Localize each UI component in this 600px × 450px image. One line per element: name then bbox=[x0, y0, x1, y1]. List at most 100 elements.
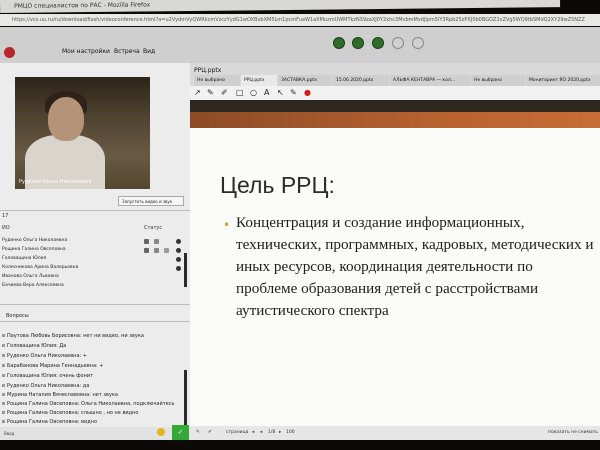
user-icon bbox=[176, 239, 181, 244]
app-header bbox=[0, 27, 600, 63]
chat-message-text: Руденко Ольга Николаевна: да bbox=[7, 383, 90, 389]
arrow-icon[interactable]: ↗ bbox=[194, 88, 201, 98]
message-icon bbox=[2, 344, 5, 347]
chat-message-text: Барабанова Марина Геннадьевна: + bbox=[7, 363, 104, 369]
tab-rrc[interactable]: РРЦ.pptx bbox=[241, 75, 277, 86]
chat-message: Руденко Ольга Николаевна: + bbox=[2, 353, 87, 359]
pointer-icon[interactable]: ✎ bbox=[196, 430, 200, 435]
chat-message-text: Руденко Ольга Николаевна: + bbox=[7, 353, 87, 359]
pencil-icon[interactable]: ✎ bbox=[207, 88, 214, 98]
chat-message: Рощина Галина Овсеповна: Ольга Николаевн… bbox=[2, 401, 174, 407]
app-logo bbox=[4, 47, 15, 58]
slide-header-band bbox=[190, 112, 600, 128]
mic-status-icon bbox=[144, 239, 149, 244]
message-icon bbox=[2, 354, 5, 357]
participant-count: 17 bbox=[2, 213, 9, 219]
marker-icon[interactable]: ✐ bbox=[221, 88, 228, 98]
chat-message-text: Мурина Наталия Вячеславовна: нет звука bbox=[7, 392, 118, 398]
chat-message: Рощина Галина Овсеповна: видно bbox=[2, 419, 97, 425]
tab-not-selected[interactable]: Не выбрано bbox=[194, 75, 240, 86]
clear-icon[interactable]: ● bbox=[304, 88, 311, 98]
slide: Цель РРЦ: • Концентрация и создание инфо… bbox=[190, 100, 600, 426]
tab-monitoring[interactable]: Мониторинг ЯО 2020.pptx bbox=[526, 75, 600, 86]
address-bar[interactable]: https://vcs.uu.ru/ru/download/flash/vide… bbox=[0, 14, 600, 26]
webcam-video: Руденко Ольга Николаевна bbox=[15, 77, 150, 189]
chat-message: Руденко Ольга Николаевна: да bbox=[2, 383, 89, 389]
menu-view[interactable]: Вид bbox=[143, 48, 155, 55]
camera-button[interactable] bbox=[352, 37, 364, 49]
participant-row[interactable]: Колесникова Арина Валерьевна bbox=[0, 265, 78, 273]
circle-icon[interactable]: ○ bbox=[250, 88, 257, 98]
slide-bullet-text: Концентрация и создание информационных, … bbox=[236, 214, 594, 319]
participant-row[interactable]: Бачиева Вера Алексеевна bbox=[0, 283, 64, 291]
message-icon bbox=[2, 374, 5, 377]
rectangle-icon[interactable]: □ bbox=[236, 88, 244, 98]
message-icon bbox=[2, 393, 5, 396]
message-icon bbox=[2, 402, 5, 405]
participant-row[interactable]: Руденко Ольга Николаевна bbox=[0, 238, 67, 246]
screen: РМЦО специалистов по РАС - Mozilla Firef… bbox=[0, 0, 600, 450]
tab-zastavka[interactable]: ЗАСТАВКА.pptx bbox=[278, 75, 332, 86]
zoom-value[interactable]: 100 bbox=[286, 430, 295, 435]
slide-title: Цель РРЦ: bbox=[220, 172, 335, 198]
microphone-button[interactable] bbox=[333, 37, 345, 49]
camera-status-icon bbox=[154, 239, 159, 244]
participant-row[interactable]: Головащина Юлия bbox=[0, 256, 46, 264]
next-page-button[interactable]: ▸ bbox=[279, 430, 281, 435]
presentation-title: РРЦ.pptx bbox=[194, 67, 222, 74]
person-figure bbox=[48, 97, 84, 141]
message-icon bbox=[2, 384, 5, 387]
chat-message-text: Рощина Галина Овсеповна: слышно , но не … bbox=[7, 410, 139, 416]
message-icon bbox=[2, 334, 5, 337]
message-icon bbox=[2, 420, 5, 423]
video-participant-name: Руденко Ольга Николаевна bbox=[19, 179, 92, 185]
page-label: страница bbox=[226, 430, 249, 435]
tab-not-selected[interactable]: Не выбрано bbox=[471, 75, 525, 86]
column-header-name: ИО bbox=[2, 225, 10, 231]
window-title: РМЦО специалистов по РАС - Mozilla Firef… bbox=[0, 0, 561, 13]
participant-row[interactable]: Рощина Галина Овсеповна bbox=[0, 247, 66, 255]
start-video-button[interactable]: Запустить видео и звук bbox=[118, 196, 184, 206]
first-page-button[interactable]: ◂ bbox=[252, 430, 254, 435]
chat-message: Паутова Любовь Борисовна: нет ни видео, … bbox=[2, 333, 144, 339]
pen-icon[interactable]: ✎ bbox=[290, 88, 297, 98]
message-icon bbox=[2, 411, 5, 414]
divider bbox=[0, 304, 190, 305]
settings-button[interactable] bbox=[412, 37, 424, 49]
tab-date[interactable]: 15.06.2020.pptx bbox=[333, 75, 389, 86]
camera-status-icon bbox=[154, 248, 159, 253]
send-button[interactable]: ✓ bbox=[172, 425, 189, 440]
chat-tab[interactable]: Вопросы bbox=[6, 313, 29, 319]
chat-message-text: Паутова Любовь Борисовна: нет ни видео, … bbox=[7, 333, 144, 339]
bullet-icon: • bbox=[223, 218, 231, 232]
pointer-icon[interactable]: ↖ bbox=[277, 88, 284, 98]
chat-scrollbar[interactable] bbox=[184, 370, 187, 425]
chat-message-text: Рощина Галина Овсеповна: Ольга Николаевн… bbox=[7, 401, 175, 407]
pencil-icon[interactable]: ✐ bbox=[208, 430, 212, 435]
chat-message: Мурина Наталия Вячеславовна: нет звука bbox=[2, 392, 118, 398]
menu-my-settings[interactable]: Мои настройки bbox=[62, 48, 110, 55]
smiley-icon[interactable] bbox=[157, 428, 165, 436]
participants-scrollbar[interactable] bbox=[184, 253, 187, 287]
slide-header-band bbox=[190, 100, 600, 112]
hand-icon bbox=[164, 248, 169, 253]
page-counter: 1/8 bbox=[268, 430, 276, 435]
prev-page-button[interactable]: ◂ bbox=[260, 430, 262, 435]
user-icon bbox=[176, 248, 181, 253]
participant-row[interactable]: Иванова Ольга Львовна bbox=[0, 274, 59, 282]
mic-status-icon bbox=[144, 248, 149, 253]
text-icon[interactable]: A bbox=[264, 88, 269, 98]
user-icon bbox=[176, 257, 181, 262]
hand-button[interactable] bbox=[392, 37, 404, 49]
user-icon bbox=[176, 266, 181, 271]
tab-alpha-centauri[interactable]: АЛЬФА КЕНТАВРА — кол... bbox=[390, 75, 470, 86]
screen-bezel bbox=[0, 440, 600, 450]
chat-message: Головащина Юлия: очень фонит bbox=[2, 373, 93, 379]
menu-meeting[interactable]: Встреча bbox=[114, 48, 140, 55]
speaker-button[interactable] bbox=[372, 37, 384, 49]
chat-message: Рощина Галина Овсеповна: слышно , но не … bbox=[2, 410, 138, 416]
column-header-status: Статус bbox=[144, 225, 163, 231]
chat-message-text: Головащина Юлия: очень фонит bbox=[7, 373, 94, 379]
divider bbox=[0, 210, 190, 211]
status-right-label: показать не снимать bbox=[548, 430, 598, 435]
